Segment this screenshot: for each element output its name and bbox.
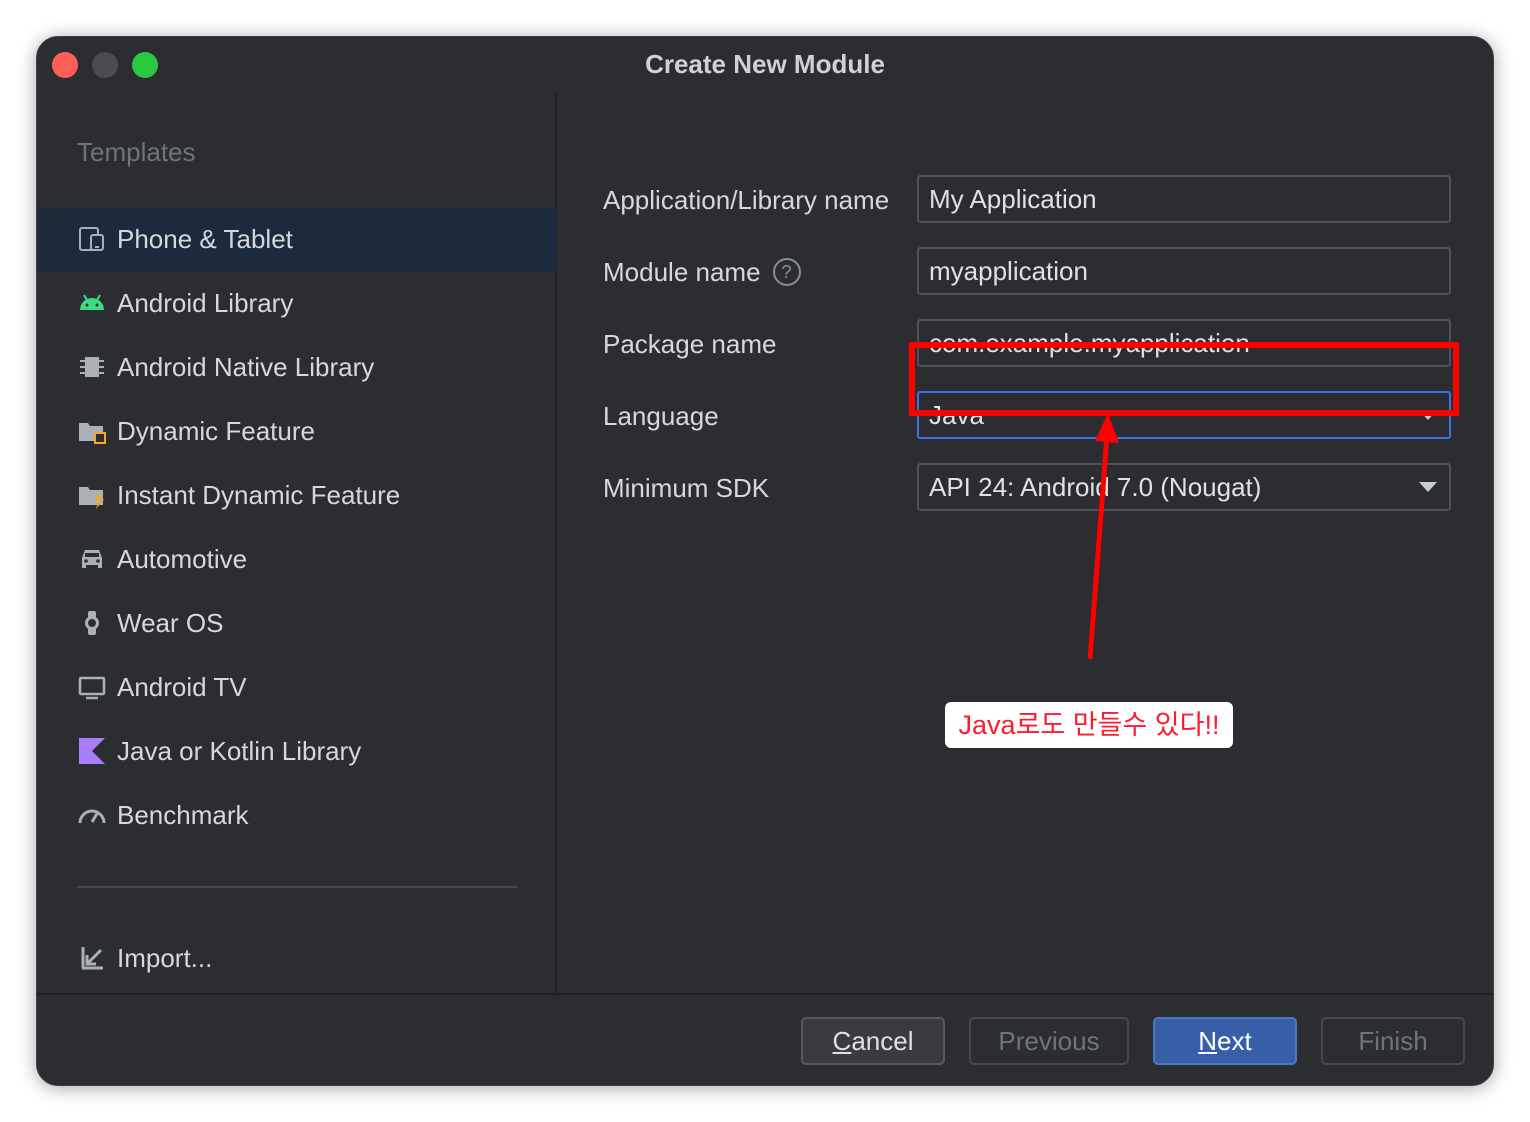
sidebar-item-automotive[interactable]: Automotive <box>37 527 557 591</box>
sidebar-item-label: Instant Dynamic Feature <box>117 479 401 510</box>
language-label: Language <box>603 401 719 431</box>
templates-sidebar: Templates Phone & Tablet Android Library… <box>37 93 557 993</box>
templates-heading: Templates <box>77 137 196 167</box>
import-icon <box>77 943 107 973</box>
sidebar-item-benchmark[interactable]: Benchmark <box>37 783 557 847</box>
module-settings-form: Application/Library name My Application … <box>559 93 1493 993</box>
tv-icon <box>77 672 107 702</box>
sidebar-item-android-tv[interactable]: Android TV <box>37 655 557 719</box>
chip-icon <box>77 352 107 382</box>
cancel-label: ancel <box>851 1026 914 1056</box>
finish-button[interactable]: Finish <box>1321 1017 1465 1065</box>
language-row: Language Java <box>603 391 1493 441</box>
module-name-label-wrap: Module name ? <box>603 247 801 297</box>
android-icon <box>77 288 107 318</box>
next-label: ext <box>1217 1026 1252 1056</box>
sidebar-item-instant-dynamic-feature[interactable]: Instant Dynamic Feature <box>37 463 557 527</box>
sidebar-item-label: Dynamic Feature <box>117 415 315 446</box>
watch-icon <box>77 608 107 638</box>
module-name-label: Module name <box>603 257 761 287</box>
min-sdk-select[interactable]: API 24: Android 7.0 (Nougat) <box>917 463 1451 511</box>
app-name-label: Application/Library name <box>603 185 890 215</box>
next-button[interactable]: Next <box>1153 1017 1297 1065</box>
dialog-footer: Cancel Previous Next Finish <box>37 993 1493 1085</box>
car-icon <box>77 544 107 574</box>
window-title: Create New Module <box>645 49 885 79</box>
template-list: Phone & Tablet Android Library Android N… <box>37 207 557 847</box>
package-name-label: Package name <box>603 329 777 359</box>
sidebar-item-android-library[interactable]: Android Library <box>37 271 557 335</box>
cancel-button[interactable]: Cancel <box>801 1017 945 1065</box>
package-name-input[interactable]: com.example.myapplication <box>917 319 1451 367</box>
sidebar-item-label: Benchmark <box>117 799 249 830</box>
app-name-input[interactable]: My Application <box>917 175 1451 223</box>
create-module-dialog: Create New Module Templates Phone & Tabl… <box>36 36 1494 1086</box>
module-name-input[interactable]: myapplication <box>917 247 1451 295</box>
sidebar-item-label: Automotive <box>117 543 248 574</box>
app-name-row: Application/Library name My Application <box>603 175 1493 225</box>
folder-instant-icon <box>77 480 107 510</box>
language-select[interactable]: Java <box>917 391 1451 439</box>
sidebar-item-dynamic-feature[interactable]: Dynamic Feature <box>37 399 557 463</box>
language-value: Java <box>929 400 984 430</box>
min-sdk-value: API 24: Android 7.0 (Nougat) <box>929 472 1262 502</box>
sidebar-item-android-native-library[interactable]: Android Native Library <box>37 335 557 399</box>
sidebar-item-java-kotlin-library[interactable]: Java or Kotlin Library <box>37 719 557 783</box>
package-name-row: Package name com.example.myapplication <box>603 319 1493 369</box>
title-bar: Create New Module <box>37 37 1493 93</box>
import-button[interactable]: Import... <box>77 933 212 983</box>
sidebar-item-phone-tablet[interactable]: Phone & Tablet <box>37 207 557 271</box>
chevron-down-icon[interactable] <box>1419 482 1437 492</box>
annotation-note: Java로도 만들수 있다!! <box>945 702 1233 748</box>
sidebar-item-label: Phone & Tablet <box>117 223 293 254</box>
module-name-row: Module name ? myapplication <box>603 247 1493 297</box>
folder-module-icon <box>77 416 107 446</box>
sidebar-item-wear-os[interactable]: Wear OS <box>37 591 557 655</box>
previous-button[interactable]: Previous <box>969 1017 1129 1065</box>
sidebar-item-label: Android Library <box>117 287 294 318</box>
gauge-icon <box>77 800 107 830</box>
sidebar-item-label: Android TV <box>117 671 247 702</box>
chevron-down-icon[interactable] <box>1419 410 1437 420</box>
sidebar-item-label: Wear OS <box>117 607 224 638</box>
phone-tablet-icon <box>77 224 107 254</box>
next-mnemonic: N <box>1198 1026 1218 1056</box>
sidebar-divider <box>77 886 517 888</box>
cancel-mnemonic: C <box>832 1026 852 1056</box>
min-sdk-label: Minimum SDK <box>603 473 770 503</box>
import-label: Import... <box>117 942 213 973</box>
sidebar-item-label: Java or Kotlin Library <box>117 735 362 766</box>
kotlin-icon <box>77 736 107 766</box>
help-icon[interactable]: ? <box>772 258 801 286</box>
sidebar-item-label: Android Native Library <box>117 351 375 382</box>
min-sdk-row: Minimum SDK API 24: Android 7.0 (Nougat) <box>603 463 1493 513</box>
